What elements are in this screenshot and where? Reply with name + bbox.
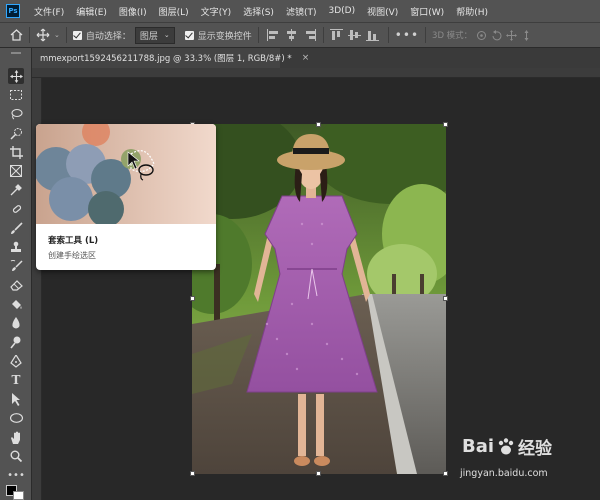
divider bbox=[257, 27, 259, 43]
horizontal-ruler bbox=[32, 68, 600, 78]
document-tab-title: mmexport1592456211788.jpg @ 33.3% (图层 1,… bbox=[40, 54, 292, 64]
type-tool-icon[interactable]: T bbox=[8, 372, 24, 388]
transform-handle-bottom-center[interactable] bbox=[316, 471, 321, 476]
divider bbox=[387, 27, 389, 43]
transform-handle-top-right[interactable] bbox=[443, 122, 448, 127]
document-tab-bar: mmexport1592456211788.jpg @ 33.3% (图层 1,… bbox=[32, 48, 600, 68]
frame-tool-icon[interactable] bbox=[8, 163, 24, 179]
menu-view[interactable]: 视图(V) bbox=[361, 5, 404, 18]
photoshop-logo[interactable]: Ps bbox=[6, 4, 20, 18]
align-left-icon[interactable] bbox=[266, 29, 281, 41]
menu-filter[interactable]: 滤镜(T) bbox=[280, 5, 323, 18]
document-canvas[interactable] bbox=[192, 124, 446, 474]
baidu-jingyan-watermark: Bai 经验 jingyan.baidu.com bbox=[458, 432, 598, 492]
menu-type[interactable]: 文字(Y) bbox=[195, 5, 238, 18]
tooltip-description: 创建手绘选区 bbox=[48, 251, 96, 260]
path-selection-tool-icon[interactable] bbox=[8, 391, 24, 407]
align-top-icon[interactable] bbox=[329, 29, 344, 41]
transform-handle-bottom-left[interactable] bbox=[190, 471, 195, 476]
show-transform-label: 显示变换控件 bbox=[197, 31, 252, 42]
orbit-icon[interactable] bbox=[476, 30, 487, 41]
divider bbox=[29, 27, 30, 43]
slide-icon[interactable] bbox=[521, 29, 532, 41]
move-tool-icon[interactable] bbox=[8, 68, 24, 84]
auto-select-dropdown[interactable]: 图层 ⌄ bbox=[134, 26, 175, 44]
paint-bucket-tool-icon[interactable] bbox=[8, 296, 24, 312]
photo-woman-in-purple-dress bbox=[192, 124, 446, 474]
paw-icon bbox=[498, 437, 514, 454]
3d-mode-label: 3D 模式： bbox=[432, 31, 473, 41]
lasso-tool-icon[interactable] bbox=[8, 106, 24, 122]
watermark-brand: Bai bbox=[462, 436, 495, 457]
menu-bar: Ps 文件(F) 编辑(E) 图像(I) 图层(L) 文字(Y) 选择(S) 滤… bbox=[0, 0, 600, 22]
watermark-brand-2: 经验 bbox=[518, 439, 553, 459]
divider bbox=[322, 27, 324, 43]
hand-tool-icon[interactable] bbox=[8, 429, 24, 445]
zoom-tool-icon[interactable] bbox=[8, 448, 24, 464]
menu-file[interactable]: 文件(F) bbox=[28, 5, 70, 18]
home-icon[interactable] bbox=[10, 29, 23, 41]
history-brush-tool-icon[interactable] bbox=[8, 258, 24, 274]
document-tab[interactable]: mmexport1592456211788.jpg @ 33.3% (图层 1,… bbox=[32, 48, 309, 68]
blur-tool-icon[interactable] bbox=[8, 315, 24, 331]
tools-panel: T ••• bbox=[0, 48, 32, 500]
tooltip-preview-image bbox=[36, 124, 216, 224]
auto-select-value: 图层 bbox=[139, 31, 158, 42]
menu-select[interactable]: 选择(S) bbox=[237, 5, 280, 18]
eyedropper-tool-icon[interactable] bbox=[8, 182, 24, 198]
menu-layer[interactable]: 图层(L) bbox=[153, 5, 195, 18]
align-middle-vertical-icon[interactable] bbox=[347, 29, 362, 41]
menu-edit[interactable]: 编辑(E) bbox=[70, 5, 113, 18]
menu-help[interactable]: 帮助(H) bbox=[450, 5, 494, 18]
clone-stamp-tool-icon[interactable] bbox=[8, 239, 24, 255]
show-transform-checkbox[interactable]: 显示变换控件 bbox=[184, 29, 252, 42]
marquee-tool-icon[interactable] bbox=[8, 87, 24, 103]
chevron-down-icon: ⌄ bbox=[54, 31, 60, 39]
crop-tool-icon[interactable] bbox=[8, 144, 24, 160]
tooltip-title: 套索工具 (L) bbox=[48, 236, 99, 246]
menu-3d[interactable]: 3D(D) bbox=[322, 6, 361, 16]
edit-toolbar-icon[interactable]: ••• bbox=[7, 467, 25, 483]
divider bbox=[425, 27, 427, 43]
spot-healing-brush-icon[interactable] bbox=[8, 201, 24, 217]
menu-image[interactable]: 图像(I) bbox=[113, 5, 153, 18]
auto-select-label: 自动选择： bbox=[85, 31, 131, 42]
chevron-down-icon: ⌄ bbox=[163, 31, 170, 39]
close-icon[interactable]: × bbox=[302, 53, 310, 63]
move-tool-preset-icon[interactable]: ⌄ bbox=[36, 28, 60, 42]
pen-tool-icon[interactable] bbox=[8, 353, 24, 369]
divider bbox=[65, 27, 67, 43]
transform-handle-middle-right[interactable] bbox=[443, 296, 448, 301]
roll-icon[interactable] bbox=[491, 29, 502, 41]
watermark-url: jingyan.baidu.com bbox=[460, 468, 548, 479]
checkbox-checked-icon bbox=[184, 30, 194, 40]
eraser-tool-icon[interactable] bbox=[8, 277, 24, 293]
ellipse-tool-icon[interactable] bbox=[8, 410, 24, 426]
align-right-icon[interactable] bbox=[303, 29, 317, 41]
dodge-tool-icon[interactable] bbox=[8, 334, 24, 350]
3d-mode-icons bbox=[476, 29, 532, 41]
quick-selection-tool-icon[interactable] bbox=[8, 125, 24, 141]
align-bottom-icon[interactable] bbox=[365, 29, 380, 41]
auto-select-checkbox[interactable]: 自动选择： bbox=[72, 29, 131, 42]
pan-icon[interactable] bbox=[506, 29, 518, 41]
transform-handle-middle-left[interactable] bbox=[190, 296, 195, 301]
align-buttons-group bbox=[265, 27, 382, 43]
options-bar: ⌄ 自动选择： 图层 ⌄ 显示变换控件 ••• 3D 模式： bbox=[0, 22, 600, 48]
more-options-icon[interactable]: ••• bbox=[395, 28, 419, 42]
checkbox-checked-icon bbox=[72, 30, 82, 40]
panel-grip[interactable] bbox=[11, 52, 21, 54]
brush-tool-icon[interactable] bbox=[8, 220, 24, 236]
transform-handle-top-center[interactable] bbox=[316, 122, 321, 127]
tool-tooltip: 套索工具 (L) 创建手绘选区 bbox=[36, 124, 216, 270]
menu-window[interactable]: 窗口(W) bbox=[404, 5, 450, 18]
background-color-swatch[interactable] bbox=[13, 491, 24, 500]
transform-handle-bottom-right[interactable] bbox=[443, 471, 448, 476]
align-center-horizontal-icon[interactable] bbox=[285, 29, 299, 41]
